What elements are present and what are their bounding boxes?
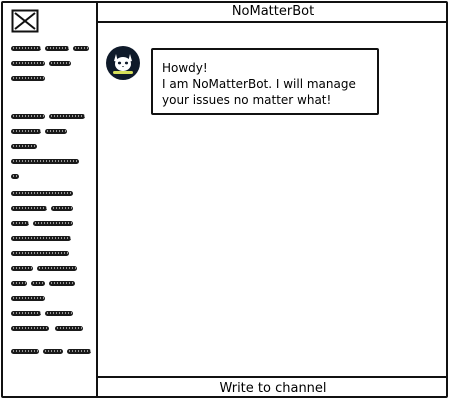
sidebar-placeholder-text <box>11 46 91 52</box>
sidebar-placeholder-text <box>11 221 91 227</box>
sidebar-placeholder-text <box>11 159 91 165</box>
message-line: Howdy! <box>162 61 208 75</box>
sidebar-placeholder-text <box>11 174 91 180</box>
message-composer[interactable]: Write to channel <box>98 376 448 398</box>
composer-placeholder: Write to channel <box>219 381 327 396</box>
cat-icon <box>113 54 133 74</box>
channel-title: NoMatterBot <box>231 4 315 19</box>
message-line: your issues no matter what! <box>162 93 332 107</box>
sidebar-placeholder-text <box>11 191 91 197</box>
sidebar-placeholder-text <box>11 326 91 332</box>
sidebar-placeholder-text <box>11 281 91 287</box>
sidebar-placeholder-text <box>11 296 91 302</box>
sidebar-placeholder-text <box>11 206 91 212</box>
sidebar-placeholder-text <box>11 76 91 82</box>
sidebar-placeholder-text <box>11 129 91 135</box>
sidebar-placeholder-text <box>11 349 91 355</box>
sidebar-placeholder-text <box>11 144 91 150</box>
bot-message-bubble: Howdy! I am NoMatterBot. I will manage y… <box>151 48 379 115</box>
sidebar-placeholder-text <box>11 236 91 242</box>
sidebar-placeholder-text <box>11 61 91 67</box>
window-close-icon[interactable] <box>11 9 39 33</box>
bot-avatar <box>106 46 140 80</box>
sidebar <box>1 1 98 398</box>
sidebar-placeholder-text <box>11 266 91 272</box>
message-line: I am NoMatterBot. I will manage <box>162 77 356 91</box>
sidebar-placeholder-text <box>11 311 91 317</box>
channel-header: NoMatterBot <box>98 1 448 23</box>
sidebar-placeholder-text <box>11 251 91 257</box>
sidebar-placeholder-text <box>11 114 91 120</box>
